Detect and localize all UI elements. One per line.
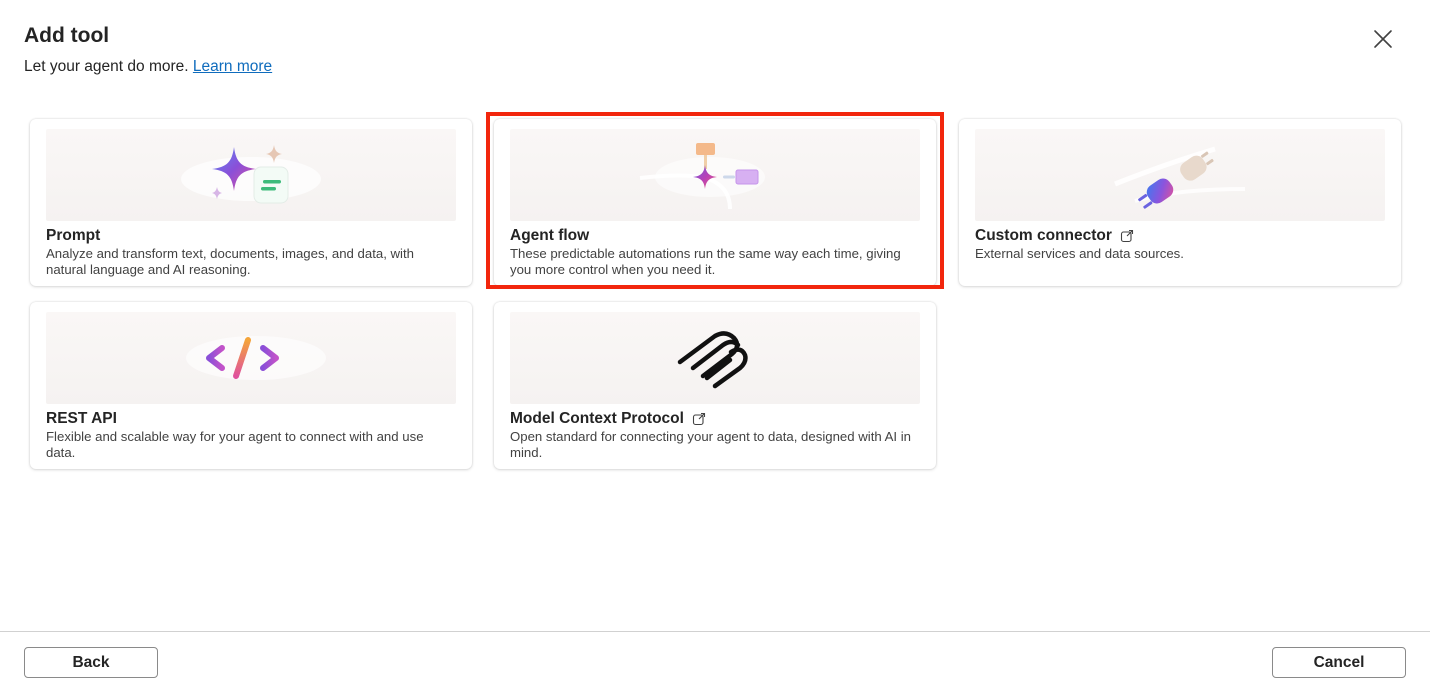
dialog-subtitle: Let your agent do more. Learn more (24, 58, 272, 76)
card-description: These predictable automations run the sa… (510, 246, 901, 277)
agent-flow-icon (639, 143, 765, 210)
card-banner (46, 312, 456, 404)
tool-card-model-context-protocol[interactable]: Model Context Protocol Open standard for… (494, 302, 936, 469)
mcp-logo-icon (677, 331, 748, 389)
card-title: REST API (46, 410, 117, 428)
back-button[interactable]: Back (24, 647, 158, 678)
card-title: Custom connector (975, 227, 1134, 245)
cancel-button[interactable]: Cancel (1272, 647, 1406, 678)
footer-divider (0, 631, 1430, 632)
plug-connector-icon (1114, 146, 1246, 209)
tool-card-prompt[interactable]: Prompt Analyze and transform text, docum… (30, 119, 472, 286)
card-description: Flexible and scalable way for your agent… (46, 429, 424, 460)
card-title-text: Prompt (46, 227, 101, 244)
tool-card-custom-connector[interactable]: Custom connector External services and d… (959, 119, 1401, 286)
dialog-title: Add tool (24, 24, 110, 47)
card-description: Analyze and transform text, documents, i… (46, 246, 414, 277)
tool-card-rest-api[interactable]: REST API Flexible and scalable way for y… (30, 302, 472, 469)
code-brackets-icon (186, 336, 326, 380)
close-icon (1374, 30, 1392, 48)
card-title-text: Model Context Protocol (510, 410, 684, 427)
open-external-icon (1120, 229, 1133, 243)
prompt-sparkle-icon (181, 145, 321, 204)
learn-more-link[interactable]: Learn more (193, 58, 272, 75)
card-banner (46, 129, 456, 221)
card-title-text: Agent flow (510, 227, 590, 244)
card-description: External services and data sources. (975, 246, 1184, 261)
card-title: Agent flow (510, 227, 589, 245)
tool-card-agent-flow[interactable]: Agent flow These predictable automations… (494, 119, 936, 286)
card-banner (975, 129, 1385, 221)
card-description: Open standard for connecting your agent … (510, 429, 912, 460)
card-title-text: REST API (46, 410, 117, 427)
open-external-icon (692, 412, 706, 426)
card-title: Prompt (46, 227, 100, 245)
card-banner (510, 129, 920, 221)
subtitle-text: Let your agent do more. (24, 58, 189, 75)
card-title: Model Context Protocol (510, 410, 706, 428)
card-title-text: Custom connector (975, 227, 1112, 244)
card-banner (510, 312, 920, 404)
close-button[interactable] (1370, 26, 1396, 52)
